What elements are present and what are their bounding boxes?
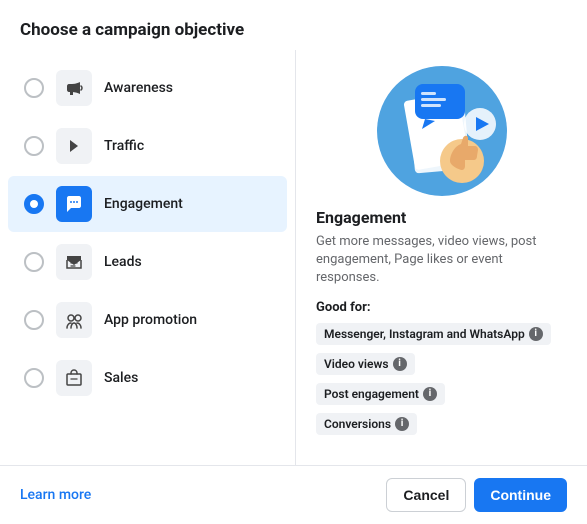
footer-buttons: Cancel Continue [386, 478, 567, 512]
detail-description: Get more messages, video views, post eng… [316, 233, 567, 288]
radio-awareness [24, 78, 44, 98]
learn-more-link[interactable]: Learn more [20, 487, 91, 503]
tag-post-engagement-label: Post engagement [324, 387, 419, 401]
leads-label: Leads [104, 254, 142, 270]
tag-video-views-label: Video views [324, 357, 389, 371]
tag-messenger: Messenger, Instagram and WhatsApp i [316, 323, 551, 345]
objective-traffic[interactable]: Traffic [8, 118, 287, 174]
tag-video-views: Video views i [316, 353, 415, 375]
engagement-illustration [377, 66, 507, 196]
illustration [362, 66, 522, 196]
tag-post-engagement: Post engagement i [316, 383, 445, 405]
awareness-icon [56, 70, 92, 106]
video-views-info-icon[interactable]: i [393, 357, 407, 371]
tag-messenger-label: Messenger, Instagram and WhatsApp [324, 327, 525, 341]
post-engagement-info-icon[interactable]: i [423, 387, 437, 401]
detail-title: Engagement [316, 208, 567, 227]
radio-leads [24, 252, 44, 272]
app-promotion-icon [56, 302, 92, 338]
traffic-icon [56, 128, 92, 164]
app-promotion-label: App promotion [104, 312, 197, 328]
objective-leads[interactable]: Leads [8, 234, 287, 290]
objectives-list: Awareness Traffic [0, 50, 295, 465]
awareness-label: Awareness [104, 80, 173, 96]
engagement-label: Engagement [104, 196, 183, 212]
cancel-button[interactable]: Cancel [386, 478, 466, 512]
objective-awareness[interactable]: Awareness [8, 60, 287, 116]
modal-header: Choose a campaign objective [0, 0, 587, 50]
tags-list: Messenger, Instagram and WhatsApp i Vide… [316, 323, 567, 441]
radio-app-promotion [24, 310, 44, 330]
modal-footer: Learn more Cancel Continue [0, 465, 587, 524]
engagement-icon [56, 186, 92, 222]
modal-body: Awareness Traffic [0, 50, 587, 465]
objective-app-promotion[interactable]: App promotion [8, 292, 287, 348]
traffic-label: Traffic [104, 138, 144, 154]
messenger-info-icon[interactable]: i [529, 327, 543, 341]
modal: Choose a campaign objective Awareness [0, 0, 587, 524]
sales-label: Sales [104, 370, 138, 386]
radio-engagement [24, 194, 44, 214]
modal-title: Choose a campaign objective [20, 20, 567, 40]
conversions-info-icon[interactable]: i [395, 417, 409, 431]
sales-icon [56, 360, 92, 396]
leads-icon [56, 244, 92, 280]
tag-conversions: Conversions i [316, 413, 417, 435]
good-for-label: Good for: [316, 300, 567, 315]
radio-sales [24, 368, 44, 388]
objective-sales[interactable]: Sales [8, 350, 287, 406]
objective-engagement[interactable]: Engagement [8, 176, 287, 232]
tag-conversions-label: Conversions [324, 417, 391, 431]
radio-traffic [24, 136, 44, 156]
detail-panel: Engagement Get more messages, video view… [295, 50, 587, 465]
continue-button[interactable]: Continue [474, 478, 567, 512]
